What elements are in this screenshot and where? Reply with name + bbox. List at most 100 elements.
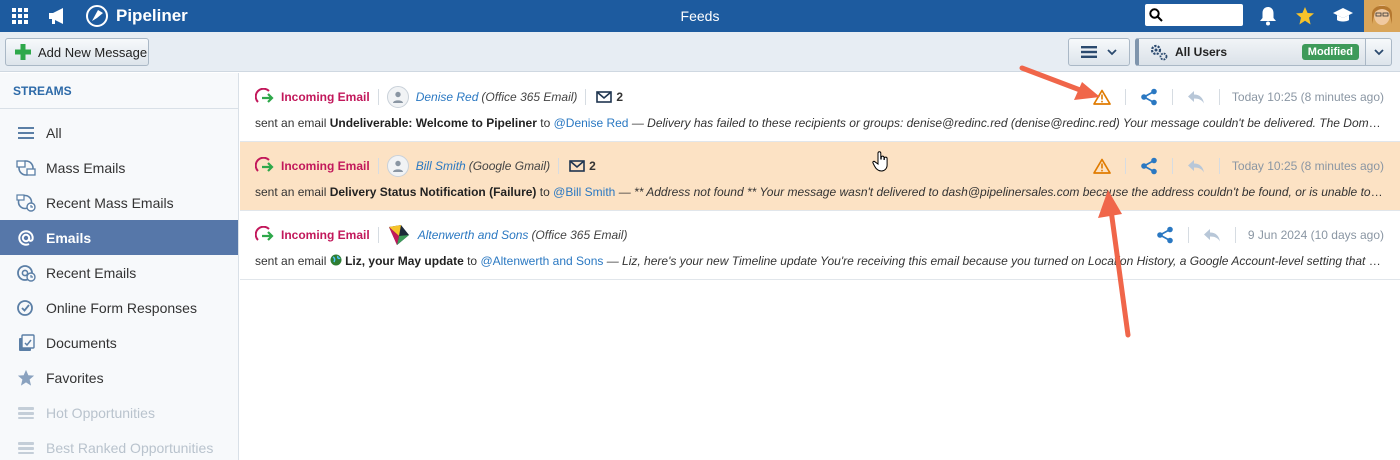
toolbar: Add New Message All Users Modified	[0, 32, 1400, 72]
sidebar-item-emails[interactable]: Emails	[0, 220, 238, 255]
divider	[1234, 227, 1236, 243]
share-icon[interactable]	[1154, 225, 1176, 245]
divider	[1171, 89, 1173, 105]
user-filter-button[interactable]: All Users Modified	[1135, 38, 1366, 66]
streams-sidebar: STREAMS All Mass Emails Recent Mass Emai…	[0, 73, 239, 460]
feed-item[interactable]: Incoming Email Altenwerth and Sons (Offi…	[240, 211, 1400, 280]
feed-item[interactable]: Incoming Email Bill Smith (Google Gmail)…	[240, 142, 1400, 211]
sidebar-item-label: All	[46, 124, 62, 141]
apps-grid-icon[interactable]	[0, 0, 40, 32]
activity-type: Incoming Email	[281, 90, 370, 104]
warning-icon[interactable]	[1091, 87, 1113, 107]
search-input[interactable]	[1167, 6, 1239, 24]
to-text: to	[540, 116, 551, 130]
at-icon	[16, 228, 36, 248]
modified-badge: Modified	[1301, 44, 1359, 60]
divider	[1218, 89, 1220, 105]
star-icon[interactable]	[1287, 0, 1323, 32]
sidebar-item-label: Hot Opportunities	[46, 404, 155, 421]
pipeliner-logo-icon	[86, 5, 108, 27]
user-avatar[interactable]	[1364, 0, 1400, 32]
mention-link[interactable]: @Bill Smith	[553, 185, 615, 199]
to-text: to	[539, 185, 550, 199]
incoming-email-icon	[255, 88, 274, 103]
bell-icon[interactable]	[1250, 0, 1286, 32]
email-source: (Office 365 Email)	[481, 90, 578, 104]
account-link[interactable]: Altenwerth and Sons	[418, 228, 529, 242]
thread-count[interactable]: 2	[596, 90, 623, 104]
thread-count-value: 2	[616, 90, 624, 104]
add-new-message-label: Add New Message	[38, 44, 148, 60]
divider	[1124, 89, 1126, 105]
globe-icon	[330, 254, 342, 266]
sidebar-item-hot-opportunities[interactable]: Hot Opportunities	[0, 395, 238, 430]
recent-email-icon	[16, 263, 36, 283]
divider	[377, 158, 379, 174]
reply-icon[interactable]	[1185, 87, 1207, 107]
feed-item[interactable]: Incoming Email Denise Red (Office 365 Em…	[240, 73, 1400, 142]
add-new-message-button[interactable]: Add New Message	[5, 38, 149, 66]
email-summary[interactable]: sent an email Liz, your May update to @A…	[255, 254, 1385, 268]
divider	[558, 158, 560, 174]
thread-count-value: 2	[589, 159, 596, 173]
warning-icon[interactable]	[1091, 156, 1113, 176]
list-icon	[16, 123, 36, 143]
sidebar-item-label: Emails	[46, 229, 92, 246]
share-icon[interactable]	[1138, 156, 1160, 176]
reply-icon[interactable]	[1201, 225, 1223, 245]
contact-link[interactable]: Bill Smith	[416, 159, 466, 173]
ranked-opportunities-icon	[16, 438, 36, 458]
contact-avatar-icon	[386, 86, 409, 108]
mass-email-icon	[16, 158, 36, 178]
sidebar-item-recent-mass-emails[interactable]: Recent Mass Emails	[0, 185, 238, 220]
user-filter-label: All Users	[1175, 45, 1228, 59]
feed-list: Incoming Email Denise Red (Office 365 Em…	[240, 73, 1400, 460]
pipeliner-logo[interactable]: Pipeliner	[84, 5, 188, 27]
graduation-cap-icon[interactable]	[1325, 0, 1361, 32]
share-icon[interactable]	[1138, 87, 1160, 107]
form-icon	[16, 298, 36, 318]
email-preview: — Liz, here's your new Timeline update Y…	[606, 254, 1385, 268]
brand-name: Pipeliner	[116, 6, 188, 25]
divider	[1187, 227, 1189, 243]
list-view-icon	[1081, 46, 1097, 58]
email-summary[interactable]: sent an email Delivery Status Notificati…	[255, 185, 1385, 199]
mention-link[interactable]: @Denise Red	[554, 116, 629, 130]
email-source: (Google Gmail)	[468, 159, 551, 173]
reply-icon[interactable]	[1185, 156, 1207, 176]
divider	[377, 227, 379, 243]
sidebar-item-all[interactable]: All	[0, 115, 238, 150]
email-subject: Undeliverable: Welcome to Pipeliner	[329, 116, 537, 130]
streams-heading: STREAMS	[0, 73, 238, 109]
envelope-icon	[596, 91, 613, 103]
divider	[377, 89, 379, 105]
mention-link[interactable]: @Altenwerth and Sons	[480, 254, 603, 268]
email-summary[interactable]: sent an email Undeliverable: Welcome to …	[255, 116, 1385, 130]
envelope-icon	[569, 160, 585, 172]
chevron-down-icon	[1373, 49, 1384, 56]
sidebar-item-label: Recent Mass Emails	[46, 194, 174, 211]
star-icon	[16, 368, 36, 388]
sidebar-item-documents[interactable]: Documents	[0, 325, 238, 360]
sidebar-item-mass-emails[interactable]: Mass Emails	[0, 150, 238, 185]
sidebar-item-best-ranked-opportunities[interactable]: Best Ranked Opportunities	[0, 430, 238, 460]
user-filter-dropdown[interactable]	[1366, 38, 1392, 66]
view-mode-button[interactable]	[1068, 38, 1130, 66]
recent-mass-email-icon	[16, 193, 36, 213]
contact-link[interactable]: Denise Red	[416, 90, 479, 104]
email-preview: — Delivery has failed to these recipient…	[631, 116, 1385, 130]
activity-type: Incoming Email	[281, 159, 370, 173]
sidebar-item-recent-emails[interactable]: Recent Emails	[0, 255, 238, 290]
sidebar-item-online-form-responses[interactable]: Online Form Responses	[0, 290, 238, 325]
megaphone-icon[interactable]	[40, 0, 76, 32]
sidebar-item-favorites[interactable]: Favorites	[0, 360, 238, 395]
email-preview: — ** Address not found ** Your message w…	[618, 185, 1385, 199]
search-box[interactable]	[1145, 4, 1243, 26]
plus-icon	[15, 44, 31, 60]
action-text: sent an email	[255, 254, 327, 268]
activity-type: Incoming Email	[281, 228, 370, 242]
thread-count[interactable]: 2	[569, 159, 596, 173]
email-subject: Liz, your May update	[345, 254, 464, 268]
email-subject: Delivery Status Notification (Failure)	[329, 185, 537, 199]
timestamp: Today 10:25 (8 minutes ago)	[1231, 159, 1384, 173]
